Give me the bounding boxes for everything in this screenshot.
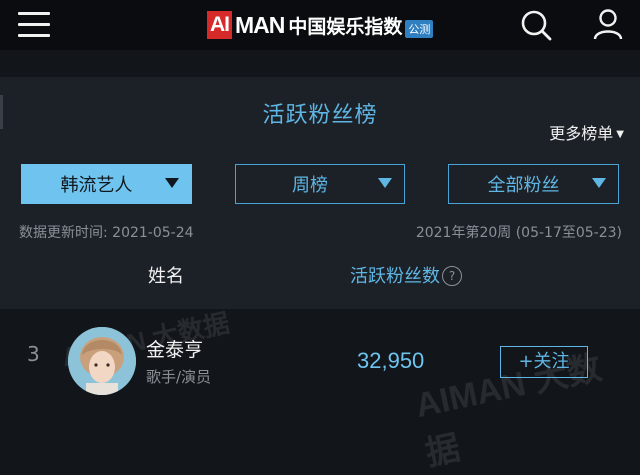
top-nav-bar: AI MAN 中国娱乐指数 公测: [0, 0, 640, 50]
week-range: 2021年第20周 (05-17至05-23): [415, 225, 622, 241]
menu-icon[interactable]: [18, 12, 50, 38]
category-dropdown[interactable]: 韩流艺人: [21, 164, 192, 204]
aiman-logo[interactable]: AI MAN 中国娱乐指数 公测: [207, 8, 434, 42]
help-icon[interactable]: ?: [442, 266, 462, 286]
logo-ai-text: AI: [207, 11, 232, 39]
dropdown-arrow-icon: [592, 178, 606, 188]
category-value: 韩流艺人: [60, 175, 133, 196]
artist-name[interactable]: 金泰亨: [146, 335, 203, 362]
dropdown-arrow-icon: [165, 178, 179, 188]
artist-role: 歌手/演员: [146, 368, 212, 386]
more-charts-dropdown[interactable]: 更多榜单 ▼: [549, 120, 624, 144]
avatar[interactable]: [68, 327, 136, 395]
section-title: 活跃粉丝榜: [262, 103, 378, 128]
avatar-image: [68, 327, 136, 395]
fan-type-value: 全部粉丝: [487, 175, 560, 196]
beta-badge: 公测: [405, 20, 434, 38]
caret-down-icon: ▼: [616, 129, 624, 140]
period-value: 周榜: [292, 175, 328, 196]
dropdown-arrow-icon: [378, 178, 392, 188]
logo-chinese-text: 中国娱乐指数: [288, 15, 403, 38]
fan-type-dropdown[interactable]: 全部粉丝: [448, 164, 619, 204]
active-fan-count: 32,950: [357, 348, 425, 373]
update-time: 数据更新时间: 2021-05-24: [19, 225, 194, 241]
user-icon[interactable]: [590, 6, 626, 42]
period-dropdown[interactable]: 周榜: [235, 164, 405, 204]
column-header-name: 姓名: [148, 266, 184, 287]
column-header-fans-label: 活跃粉丝数: [350, 266, 440, 287]
follow-button[interactable]: +关注: [500, 346, 588, 378]
search-icon[interactable]: [518, 7, 554, 43]
logo-man-text: MAN: [235, 11, 285, 38]
more-charts-label: 更多榜单: [549, 124, 614, 143]
column-header-fans: 活跃粉丝数?: [350, 262, 462, 288]
rank-number: 3: [27, 342, 40, 366]
